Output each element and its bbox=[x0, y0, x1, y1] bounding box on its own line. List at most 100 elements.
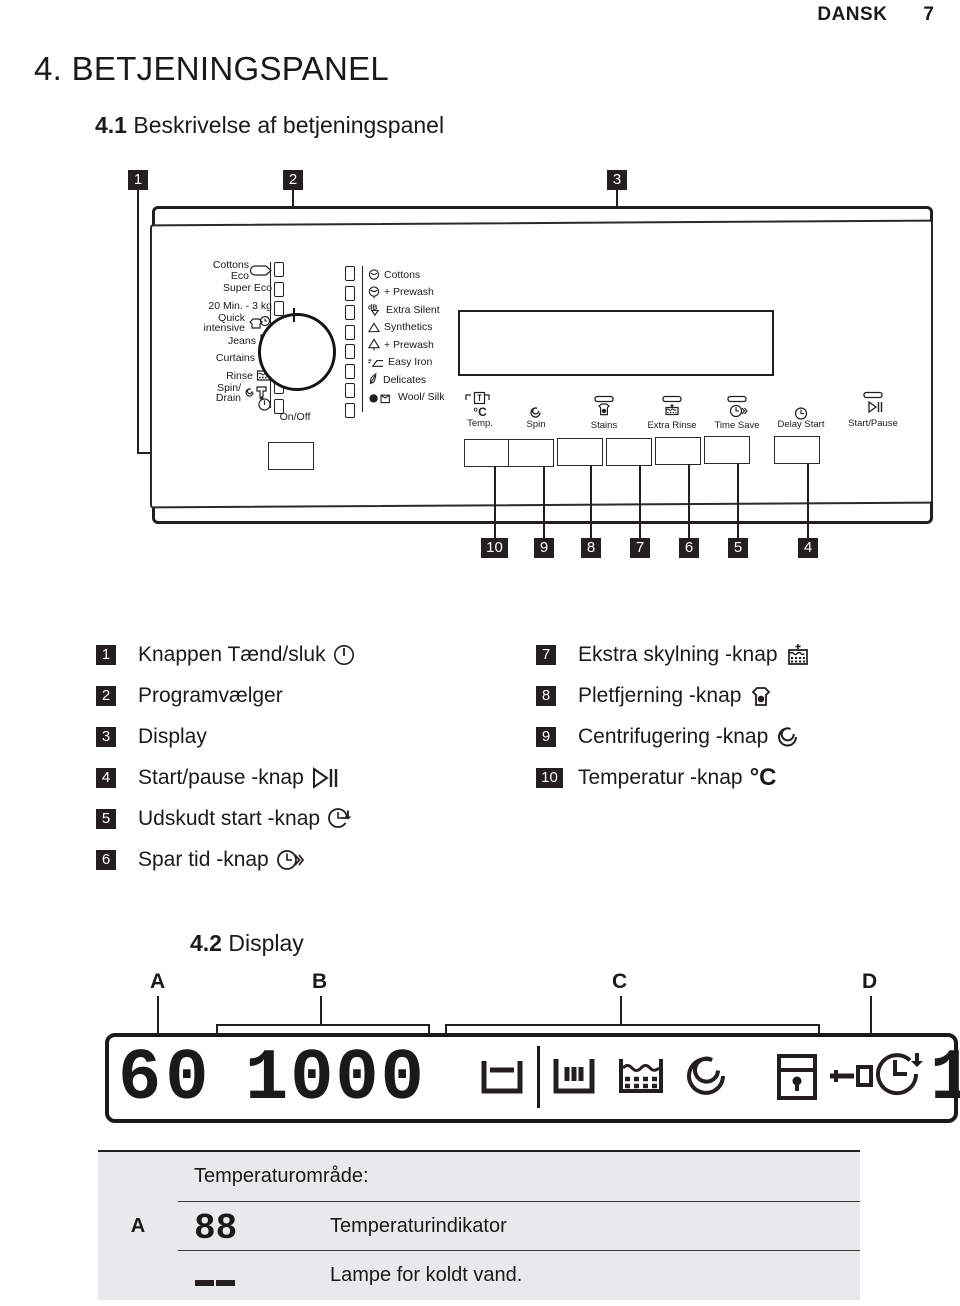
start-pause-button[interactable] bbox=[774, 436, 820, 464]
power-icon bbox=[258, 398, 271, 411]
marker-c-leader bbox=[620, 996, 622, 1024]
section-4-2-title: Display bbox=[228, 930, 304, 956]
delay-start-icon bbox=[768, 406, 834, 420]
lcd-key-icon bbox=[828, 1062, 876, 1124]
button-label-time-save: Time Save bbox=[704, 395, 770, 431]
legend-item-4: 4 Start/pause -knap bbox=[96, 757, 355, 798]
legend-text: Udskudt start -knap bbox=[138, 806, 321, 830]
program-item[interactable]: Super Eco bbox=[162, 280, 272, 298]
button-label-row: °C Temp. Spin Stains Extra Rinse Time Sa… bbox=[452, 391, 898, 432]
legend-text: Start/pause -knap bbox=[138, 765, 304, 789]
section-4-1-title: Beskrivelse af betjeningspanel bbox=[133, 112, 445, 138]
legend-item-2: 2 Programvælger bbox=[96, 675, 355, 716]
lcd-no-spin-icon bbox=[480, 1055, 528, 1117]
time-save-button[interactable] bbox=[655, 437, 701, 465]
table-row: Lampe for koldt vand. bbox=[178, 1250, 860, 1299]
display-marker-d: D bbox=[862, 970, 878, 993]
power-button-label-group: On/Off bbox=[258, 398, 332, 423]
legend-text: Centrifugering -knap bbox=[578, 724, 769, 748]
spin-button[interactable] bbox=[508, 439, 554, 467]
led-indicator bbox=[345, 266, 355, 281]
lcd-spin-icon bbox=[682, 1050, 732, 1112]
lcd-delay-start-icon bbox=[872, 1048, 928, 1110]
page-title: 4. BETJENINGSPANEL bbox=[34, 50, 389, 88]
cottons-icon bbox=[368, 269, 380, 281]
legend-text: Temperatur -knap bbox=[578, 765, 743, 789]
callout-1: 1 bbox=[128, 170, 148, 190]
led-indicator bbox=[345, 324, 355, 340]
stains-button[interactable] bbox=[557, 438, 603, 466]
lcd-time-value: 1.15 bbox=[930, 1038, 960, 1120]
wool-silk-icon bbox=[368, 391, 394, 404]
power-icon bbox=[333, 644, 355, 666]
program-label: Delicates bbox=[383, 373, 427, 386]
temperature-button[interactable] bbox=[464, 439, 510, 467]
panel-display-window bbox=[458, 310, 774, 376]
legend-item-1: 1 Knappen Tænd/sluk bbox=[96, 634, 355, 675]
knob-pointer bbox=[293, 308, 295, 322]
section-4-2-heading: 4.2 Display bbox=[190, 930, 304, 957]
program-selector-knob[interactable] bbox=[258, 313, 336, 391]
time-save-icon bbox=[704, 395, 770, 420]
program-label: Rinse bbox=[226, 369, 253, 382]
program-item[interactable]: Cottons Eco bbox=[162, 260, 272, 281]
button-label-text: Spin bbox=[526, 419, 546, 430]
temperature-indicator-symbol: 88 bbox=[194, 1208, 330, 1249]
table-cells: Temperaturområde: 88 Temperaturindikator… bbox=[178, 1152, 860, 1300]
led-indicator bbox=[345, 402, 355, 418]
program-item[interactable]: Jeans bbox=[162, 332, 272, 350]
legend-text: Pletfjerning -knap bbox=[578, 683, 742, 707]
callout-10-leader bbox=[494, 466, 496, 538]
program-item[interactable]: + Prewash bbox=[368, 284, 488, 302]
program-item[interactable]: Curtains bbox=[162, 350, 272, 368]
lcd-divider bbox=[537, 1046, 540, 1108]
program-item[interactable]: Spin/ Drain bbox=[162, 381, 272, 405]
button-label-text: Extra Rinse bbox=[647, 420, 697, 431]
delay-start-button[interactable] bbox=[704, 436, 750, 464]
stains-icon bbox=[576, 395, 632, 420]
power-button[interactable] bbox=[268, 442, 314, 470]
program-label: Super Eco bbox=[222, 282, 272, 294]
button-label-text: Time Save bbox=[714, 420, 760, 431]
display-marker-c: C bbox=[612, 970, 628, 993]
lcd-rinse-hold-icon bbox=[552, 1055, 600, 1117]
program-item[interactable]: Quick intensive bbox=[162, 311, 272, 335]
callout-5-leader bbox=[737, 463, 739, 538]
callout-3: 3 bbox=[607, 170, 627, 190]
led-indicator bbox=[345, 285, 355, 301]
program-label: Cottons bbox=[384, 268, 421, 281]
temperature-icon: °C bbox=[749, 763, 777, 791]
divider-right bbox=[362, 266, 364, 412]
program-label: Spin/ Drain bbox=[215, 381, 241, 405]
legend-item-9: 9 Centrifugering -knap bbox=[536, 716, 811, 757]
led-indicator bbox=[345, 344, 355, 359]
table-row: 88 Temperaturindikator bbox=[178, 1201, 860, 1250]
legend-text: Display bbox=[138, 724, 207, 748]
section-4-2-number: 4.2 bbox=[190, 930, 222, 956]
callout-4-leader bbox=[807, 463, 809, 538]
header-language: DANSK bbox=[817, 4, 888, 25]
synthetics-prewash-icon bbox=[367, 338, 381, 351]
program-list-left: Cottons Eco Super Eco 20 Min. - 3 kg Qui… bbox=[162, 260, 272, 405]
callout-7-leader bbox=[639, 465, 641, 538]
marker-a-leader bbox=[157, 996, 159, 1034]
legend-text: Ekstra skylning -knap bbox=[578, 642, 778, 666]
program-label: Quick intensive bbox=[203, 311, 245, 335]
led-indicator bbox=[274, 301, 284, 316]
cottons-prewash-icon bbox=[368, 286, 380, 299]
marker-b-bracket bbox=[216, 1024, 429, 1026]
legend-item-6: 6 Spar tid -knap bbox=[96, 839, 355, 880]
marker-c-bracket bbox=[445, 1024, 819, 1026]
program-item[interactable]: Cottons bbox=[368, 266, 488, 284]
legend-number: 10 bbox=[536, 767, 563, 788]
lcd-spin-value: 1000 bbox=[245, 1038, 475, 1120]
legend-item-8: 8 Pletfjerning -knap bbox=[536, 675, 811, 716]
start-pause-icon bbox=[836, 391, 910, 418]
table-row-text: Temperaturindikator bbox=[330, 1214, 507, 1237]
button-label-stains: Stains bbox=[576, 395, 632, 431]
button-label-text: Temp. bbox=[467, 417, 493, 429]
callout-9: 9 bbox=[534, 538, 554, 558]
extra-rinse-button[interactable] bbox=[606, 438, 652, 466]
spin-digits: 1000 bbox=[245, 1038, 426, 1120]
led-indicator bbox=[274, 281, 284, 297]
